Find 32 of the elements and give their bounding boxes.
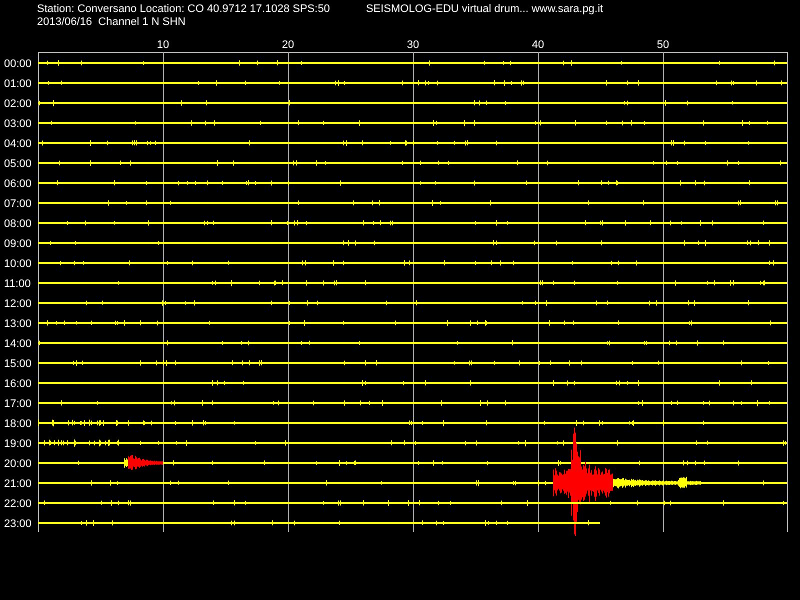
hour-label: 19:00 — [4, 438, 32, 450]
hour-label: 02:00 — [4, 98, 32, 110]
hour-label: 21:00 — [4, 478, 32, 490]
hour-label: 18:00 — [4, 418, 32, 430]
hour-label: 04:00 — [4, 138, 32, 150]
hour-label: 06:00 — [4, 178, 32, 190]
time-axis-label: 10 — [156, 39, 170, 51]
hour-label: 03:00 — [4, 118, 32, 130]
hour-label: 01:00 — [4, 78, 32, 90]
station-info: Station: Conversano Location: CO 40.9712 17.1028 SPS:50 — [37, 3, 330, 16]
hour-label: 15:00 — [4, 358, 32, 370]
hour-label: 11:00 — [4, 278, 31, 290]
hour-label: 20:00 — [4, 458, 32, 470]
hour-label: 12:00 — [4, 298, 32, 310]
time-axis-label: 20 — [282, 39, 294, 51]
hour-label: 09:00 — [4, 238, 32, 250]
time-axis-label: 40 — [532, 39, 544, 51]
program-title: SEISMOLOG-EDU virtual drum... www.sara.pg.it — [366, 3, 604, 16]
date-channel-info: 2013/06/16 Channel 1 N SHN — [37, 16, 187, 29]
time-axis-label: 50 — [656, 39, 670, 51]
hour-label: 07:00 — [4, 198, 32, 210]
hour-label: 14:00 — [4, 338, 32, 350]
hour-label: 05:00 — [4, 158, 32, 170]
hour-label: 00:00 — [4, 58, 32, 70]
hour-label: 16:00 — [4, 378, 32, 390]
hour-label: 10:00 — [4, 258, 32, 270]
hour-label: 13:00 — [4, 318, 32, 330]
hour-label: 17:00 — [4, 398, 32, 410]
time-axis-label: 30 — [406, 39, 420, 51]
hour-label: 23:00 — [4, 518, 32, 530]
hour-label: 22:00 — [4, 498, 32, 510]
hour-label: 08:00 — [4, 218, 32, 230]
